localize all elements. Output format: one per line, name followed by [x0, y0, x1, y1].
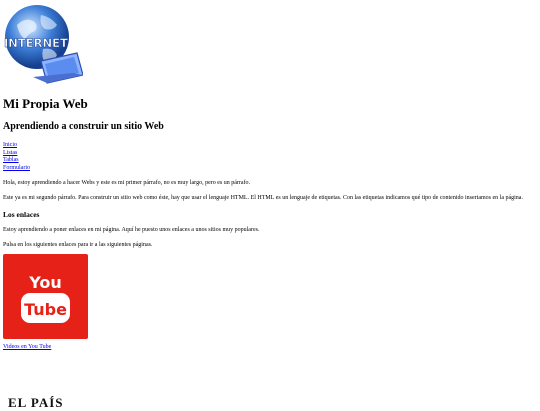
- nav-link-tablas[interactable]: Tablas: [3, 157, 533, 165]
- nav-link-formulario[interactable]: Formulario: [3, 165, 533, 173]
- logo-text: INTERNET: [4, 36, 68, 50]
- elpais-logo-link[interactable]: EL PAÍS: [8, 395, 64, 411]
- nav-link-inicio[interactable]: Inicio: [3, 142, 533, 150]
- internet-globe-logo: INTERNET: [4, 5, 83, 84]
- links-prompt: Pulsa en los siguientes enlaces para ir …: [3, 241, 153, 248]
- nav-link-listas[interactable]: Listas: [3, 150, 533, 158]
- youtube-logo-text-you: You: [28, 273, 62, 292]
- youtube-logo-text-tube: Tube: [24, 300, 67, 319]
- paragraph-2: Este ya es mi segundo párrafo. Para cons…: [3, 194, 523, 201]
- page-subtitle: Aprendiendo a construir un sitio Web: [3, 121, 164, 132]
- page-content: INTERNET Mi Propia Web Aprendiendo a con…: [3, 3, 533, 352]
- youtube-logo-link[interactable]: You Tube: [3, 254, 88, 339]
- nav-menu: Inicio Listas Tablas Formulario: [3, 142, 533, 172]
- youtube-link[interactable]: Videos en You Tube: [3, 344, 533, 352]
- paragraph-1: Hola, estoy aprendiendo a hacer Webs y e…: [3, 180, 251, 186]
- links-intro: Estoy aprendiendo a poner enlaces en mi …: [3, 227, 260, 233]
- page-title: Mi Propia Web: [3, 96, 88, 111]
- links-heading: Los enlaces: [3, 210, 40, 219]
